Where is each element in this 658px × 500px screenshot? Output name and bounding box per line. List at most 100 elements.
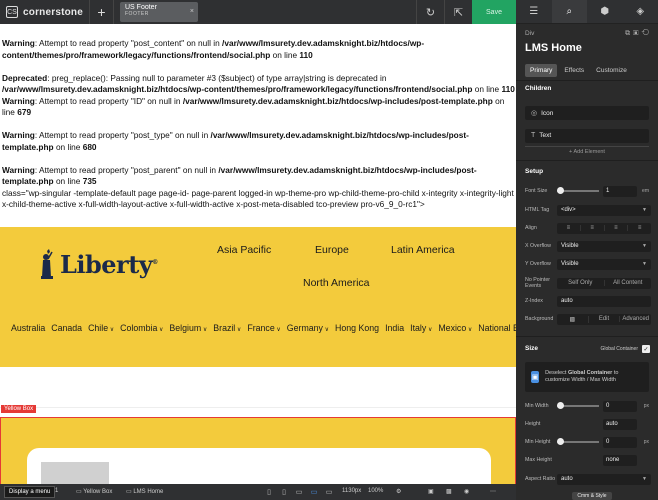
device-md-icon[interactable]: ▭ <box>292 486 306 498</box>
menu-dots-icon[interactable]: ⋯ <box>490 488 496 495</box>
height-row: Height auto <box>525 418 651 430</box>
tab-effects[interactable]: Effects <box>559 64 589 77</box>
min-width-slider[interactable]: 0 px <box>557 400 651 412</box>
html-tag-select[interactable]: <div> ▼ <box>557 204 651 216</box>
selected-element-tag[interactable]: Yellow Box <box>1 405 37 413</box>
breadcrumb-yellow-box[interactable]: ▭ Yellow Box <box>76 488 112 495</box>
device-sm-icon[interactable]: ▯ <box>277 486 291 498</box>
nav-asia-pacific[interactable]: Asia Pacific <box>217 244 271 256</box>
html-tag-row: HTML Tag <div> ▼ <box>525 204 651 216</box>
add-document-button[interactable]: + <box>90 0 114 24</box>
aspect-ratio-row: Aspect Ratio auto ▼ <box>525 473 651 485</box>
help-icon[interactable]: ◉ <box>464 488 469 495</box>
child-text[interactable]: T Text <box>525 129 649 143</box>
country-nav-item[interactable]: Chile <box>88 323 114 333</box>
warning-1: Warning: Attempt to read property "post_… <box>2 38 425 60</box>
body-class-dump: class="wp-singular -template-default pag… <box>2 187 516 210</box>
view-live-icon[interactable]: ⇱ <box>444 0 472 24</box>
device-lg-icon[interactable]: ▭ <box>307 486 321 498</box>
nav-north-america[interactable]: North America <box>303 277 370 289</box>
section-divider <box>516 160 658 161</box>
country-nav-item[interactable]: Brazil <box>213 323 241 333</box>
country-nav-item[interactable]: Australia <box>11 323 45 333</box>
yellow-box-section[interactable] <box>0 417 516 484</box>
element-icon[interactable]: ⬢ <box>587 0 623 23</box>
cornerstone-logo-icon: CS <box>6 6 18 18</box>
bottom-bar: er 1 ▭ Yellow Box ▭ LMS Home ▯ ▯ ▭ ▭ ▭ 1… <box>0 484 516 500</box>
z-index-input[interactable]: auto <box>557 295 651 307</box>
add-element-button[interactable]: + Add Element <box>525 146 649 155</box>
device-xs-icon[interactable]: ▯ <box>262 486 276 498</box>
align-right-icon[interactable]: ≡ <box>605 225 629 231</box>
x-overflow-select[interactable]: Visible ▼ <box>557 240 651 252</box>
max-height-slider[interactable]: none <box>557 454 651 466</box>
children-section-title: Children <box>525 85 552 92</box>
nav-europe[interactable]: Europe <box>315 244 349 256</box>
child-icon[interactable]: ◎ Icon <box>525 106 649 120</box>
liberty-logo[interactable]: Liberty® <box>38 249 158 279</box>
zoom-level[interactable]: 100% <box>368 488 383 494</box>
refresh-icon[interactable]: ↻ <box>416 0 444 24</box>
country-nav-item[interactable]: India <box>385 323 404 333</box>
country-nav-item[interactable]: Belgium <box>169 323 207 333</box>
height-slider[interactable]: auto <box>557 418 651 430</box>
save-button[interactable]: Save <box>472 0 516 24</box>
tab-primary[interactable]: Primary <box>525 64 558 77</box>
global-container-checkbox[interactable]: ✓ <box>642 345 650 353</box>
align-center-icon[interactable]: ≡ <box>581 225 605 231</box>
settings-gear-icon[interactable]: ⚙ <box>396 488 401 495</box>
country-nav-item[interactable]: Italy <box>410 323 432 333</box>
background-controls[interactable]: ▩ Edit Advanced <box>557 313 651 325</box>
inspector-tabs: ☰ ⌕ ⬢ ◈ <box>516 0 658 24</box>
close-tab-icon[interactable]: × <box>190 8 194 15</box>
warning-5: Warning: Attempt to read property "post_… <box>2 164 477 187</box>
country-nav-item[interactable]: Germany <box>287 323 329 333</box>
preview-canvas[interactable]: Warning: Attempt to read property "post_… <box>0 24 516 484</box>
stack-icon[interactable]: ◈ <box>623 0 658 23</box>
background-swatch[interactable]: ▩ <box>557 315 589 323</box>
site-header[interactable]: Liberty® Asia Pacific Europe Latin Ameri… <box>0 227 516 367</box>
device-icons: ▯ ▯ ▭ ▭ ▭ <box>262 486 337 498</box>
text-icon: T <box>531 132 536 139</box>
app-logo[interactable]: CS cornerstone <box>0 0 90 24</box>
country-nav-item[interactable]: Mexico <box>438 323 472 333</box>
warning-2: Deprecated: preg_replace(): Passing null… <box>2 72 515 95</box>
element-title[interactable]: LMS Home <box>525 42 582 54</box>
global-container-icon: ▣ <box>531 371 540 383</box>
section-divider <box>0 407 516 408</box>
country-nav-item[interactable]: Hong Kong <box>335 323 379 333</box>
y-overflow-row: Y Overflow Visible ▼ <box>525 258 651 270</box>
breadcrumb-lms-home[interactable]: ▭ LMS Home <box>126 488 163 495</box>
search-icon[interactable]: ⌕ <box>551 0 587 23</box>
aspect-ratio-select[interactable]: auto ▼ <box>557 473 651 485</box>
country-nav-item[interactable]: France <box>247 323 280 333</box>
font-size-slider[interactable]: 1 em <box>557 185 651 197</box>
device-xl-icon[interactable]: ▭ <box>322 486 336 498</box>
element-type: Div <box>525 30 535 37</box>
country-nav-item[interactable]: Canada <box>51 323 82 333</box>
y-overflow-select[interactable]: Visible ▼ <box>557 258 651 270</box>
min-height-row: Min Height 0 px <box>525 436 651 448</box>
inspector-panel: ☰ ⌕ ⬢ ◈ Div ⧉▣⟲ LMS Home Primary Effects… <box>516 0 658 500</box>
nav-latin-america[interactable]: Latin America <box>391 244 455 256</box>
layers-icon[interactable]: ☰ <box>516 0 552 23</box>
align-justify-icon[interactable]: ≡ <box>628 225 651 231</box>
tab-customize[interactable]: Customize <box>591 64 632 77</box>
country-nav-item[interactable]: National Borg <box>478 323 516 333</box>
min-height-slider[interactable]: 0 px <box>557 436 651 448</box>
logo-wordmark: Liberty® <box>60 249 158 279</box>
min-width-row: Min Width 0 px <box>525 400 651 412</box>
document-tab[interactable]: US Footer FOOTER × <box>120 2 198 22</box>
align-buttons[interactable]: ≡ ≡ ≡ ≡ <box>557 222 651 234</box>
pointer-events-row: No Pointer Events Self Only All Content <box>525 277 651 289</box>
app-name: cornerstone <box>23 6 83 18</box>
align-left-icon[interactable]: ≡ <box>557 225 581 231</box>
image-placeholder <box>41 462 109 484</box>
code-icon[interactable]: ▣ <box>428 488 434 495</box>
tooltip-display-menu: Display a menu <box>4 486 56 498</box>
element-actions-icons[interactable]: ⧉▣⟲ <box>625 30 652 38</box>
css-style-button[interactable]: Cmm & Style <box>572 492 612 500</box>
country-nav-item[interactable]: Colombia <box>120 323 163 333</box>
pointer-events-toggle[interactable]: Self Only All Content <box>557 277 651 289</box>
media-icon[interactable]: ▩ <box>446 488 452 495</box>
